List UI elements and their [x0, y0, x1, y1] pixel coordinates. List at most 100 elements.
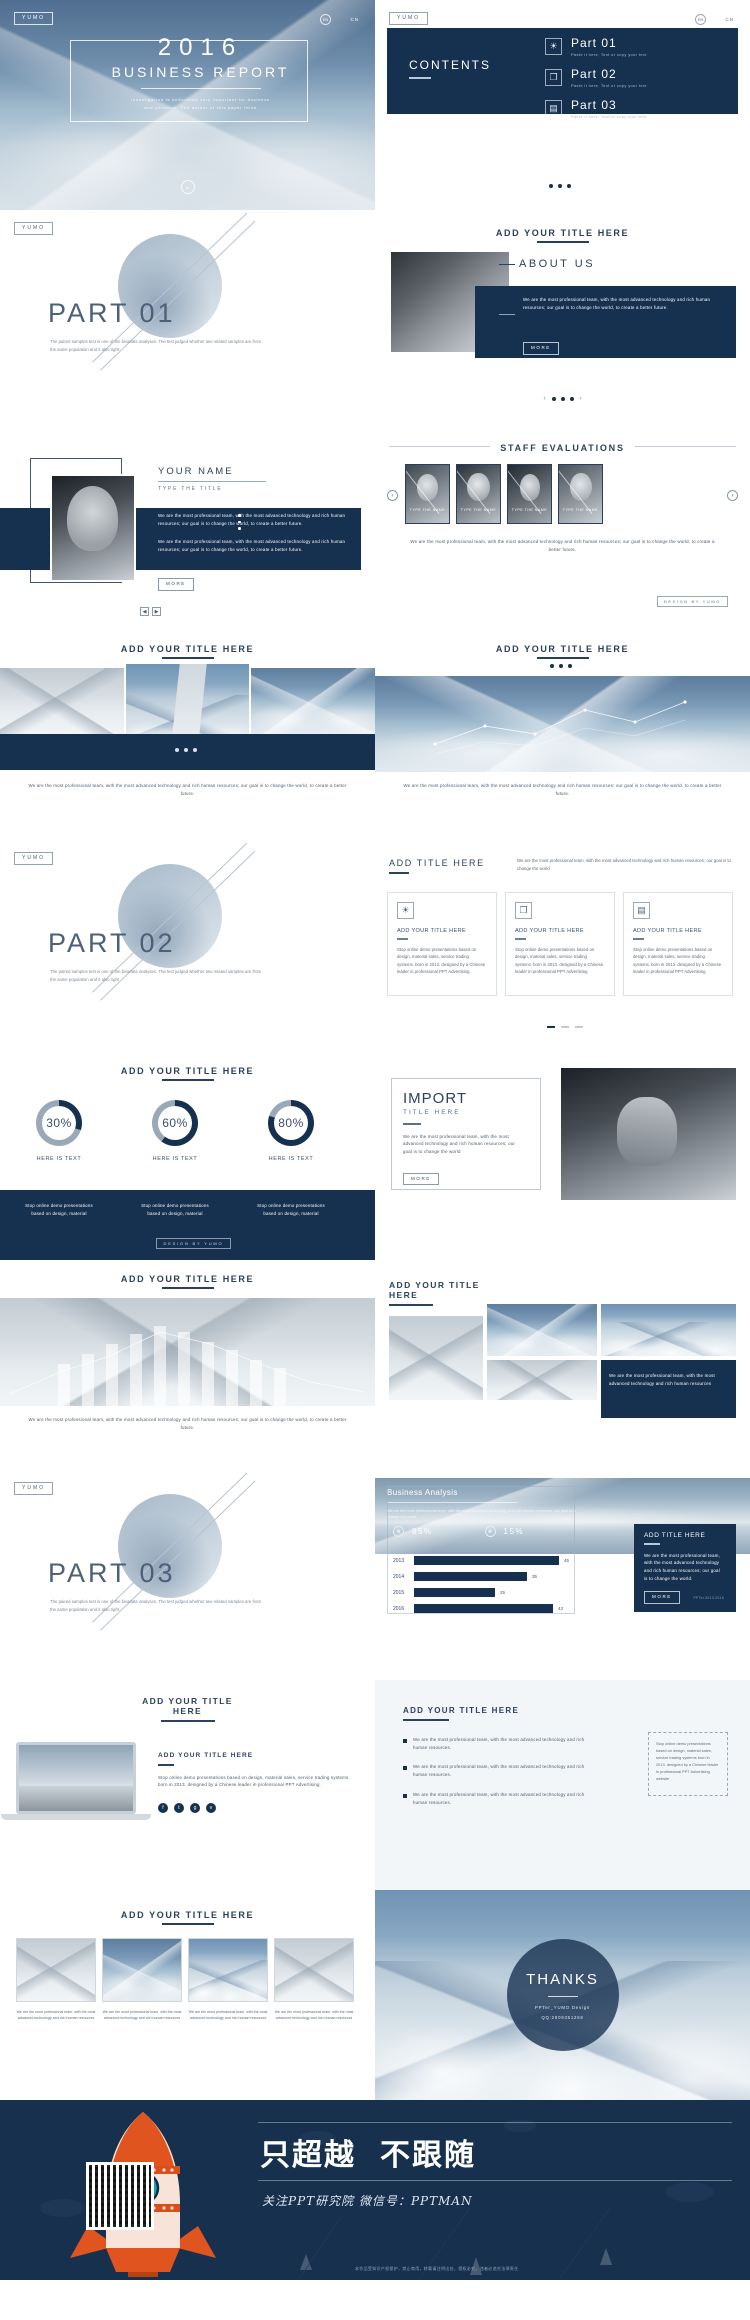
contents-item[interactable]: ☀ Part 01 Paste it here, Text or copy yo… [545, 36, 647, 57]
lang-en-button[interactable]: EN [320, 14, 331, 25]
donut-chart: 80% [268, 1100, 314, 1146]
slide-part-02[interactable]: YUMO PART 02 The paired samples test is … [0, 840, 375, 1050]
mosaic-photo[interactable] [389, 1316, 483, 1400]
bullet-item: We are the most professional team, with … [403, 1736, 593, 1751]
more-button[interactable]: MORE [403, 1172, 439, 1186]
vimeo-icon[interactable]: v [206, 1802, 216, 1813]
slide-part-03[interactable]: YUMO PART 03 The paired samples test is … [0, 1470, 375, 1680]
lightbulb-icon: ☀ [397, 902, 414, 919]
slide-laptop[interactable]: ADD YOUR TITLE HERE ADD YOUR TITLE HERE … [0, 1680, 375, 1890]
prev-arrow-icon[interactable]: ◀ [140, 607, 149, 616]
slide-photo-bars[interactable]: ADD YOUR TITLE HERE We are the most prof… [0, 1260, 375, 1470]
donut-stat[interactable]: 30% HERE IS TEXT [24, 1100, 94, 1162]
staff-name: TYPE THE NAME [409, 508, 446, 512]
slide-mosaic[interactable]: ADD YOUR TITLE HERE We are the most prof… [375, 1260, 750, 1470]
next-arrow-icon[interactable]: ▶ [152, 607, 161, 616]
slide-part-01[interactable]: YUMO PART 01 The paired samples test is … [0, 210, 375, 420]
donut-stat[interactable]: 60% HERE IS TEXT [140, 1100, 210, 1162]
qr-code[interactable] [86, 2162, 154, 2230]
chart-row: 2013 45 [393, 1556, 569, 1565]
contents-item[interactable]: ▤ Part 03 Paste it here, Text or copy yo… [545, 98, 647, 119]
mosaic-photo[interactable] [601, 1304, 736, 1356]
pagination-dots[interactable] [548, 184, 571, 188]
scroll-down-icon[interactable]: ⌄ [180, 180, 195, 194]
slide-thanks[interactable]: THANKS PPTer_YUMO Design QQ:2809351269 [375, 1890, 750, 2100]
profile-role: TYPE THE TITLE [158, 486, 223, 492]
staff-name: TYPE THE NAME [562, 508, 599, 512]
bar-value: 35 [532, 1574, 538, 1579]
laptop-sub: ADD YOUR TITLE HERE [158, 1752, 254, 1759]
slide-profile[interactable]: YOUR NAME TYPE THE TITLE We are the most… [0, 420, 375, 630]
contents-item[interactable]: ❐ Part 02 Paste it here, Text or copy yo… [545, 67, 647, 88]
pagination-dots[interactable] [549, 664, 572, 668]
slide-photo-linechart[interactable]: ADD YOUR TITLE HERE We are the most prof… [375, 630, 750, 840]
feature-card[interactable]: ▤ ADD YOUR TITLE HERE Stop online demo p… [623, 892, 733, 996]
about-kicker: ADD YOUR TITLE HERE [375, 228, 750, 243]
slide-four-cards[interactable]: ADD YOUR TITLE HERE We are the most prof… [0, 1890, 375, 2100]
slide-about-us[interactable]: ADD YOUR TITLE HERE ABOUT US We are the … [375, 210, 750, 420]
lightbulb-icon: ☀ [545, 38, 562, 55]
photo-card-text: We are the most professional team, with … [274, 2010, 354, 2021]
import-sub: TITLE HERE [403, 1109, 461, 1116]
donuts-heading: ADD YOUR TITLE HERE [0, 1066, 375, 1081]
bar-category: 2015 [393, 1589, 405, 1596]
copy-icon: ❐ [515, 902, 532, 919]
feature-card[interactable]: ☀ ADD YOUR TITLE HERE Stop online demo p… [387, 892, 497, 996]
slide-gallery-three[interactable]: ADD YOUR TITLE HERE We are the most prof… [0, 630, 375, 840]
slide-bullets[interactable]: ADD YOUR TITLE HERE We are the most prof… [375, 1680, 750, 1890]
card-title: ADD YOUR TITLE HERE [633, 928, 702, 934]
card-title: ADD YOUR TITLE HERE [397, 928, 466, 934]
photo-card[interactable]: We are the most professional team, with … [188, 1938, 268, 2022]
pagination-dots[interactable] [174, 748, 197, 752]
document-icon: ▤ [545, 100, 562, 117]
analysis-panel-body: We are the most professional team, with … [644, 1552, 721, 1581]
staff-card[interactable]: TYPE THE NAME [507, 464, 552, 524]
staff-card[interactable]: TYPE THE NAME [405, 464, 450, 524]
slide-contents[interactable]: YUMO EN CN CONTENTS ☀ Part 01 Paste it h… [375, 0, 750, 210]
slide-business-analysis[interactable]: Business Analysis We are the most profes… [375, 1470, 750, 1680]
slide-import[interactable]: IMPORT TITLE HERE We are the most profes… [375, 1050, 750, 1260]
next-arrow-icon[interactable]: › [580, 396, 582, 402]
pagination-dashes[interactable] [546, 1026, 583, 1028]
lang-cn-button[interactable]: CN [726, 17, 735, 22]
photo-card[interactable]: We are the most professional team, with … [16, 1938, 96, 2022]
googleplus-icon[interactable]: g [190, 1802, 200, 1813]
donut-label: HERE IS TEXT [36, 1156, 82, 1162]
part-title: PART 01 [48, 298, 176, 328]
photo-card[interactable]: We are the most professional team, with … [102, 1938, 182, 2022]
more-button[interactable]: MORE [523, 342, 559, 355]
part-desc: The paired samples test is one of the bi… [50, 339, 262, 352]
promo-banner[interactable]: P 只超越 不跟随 关注PPT研究院 微信号：PPTMAN 本作品受知识产权保护… [0, 2100, 750, 2280]
logo-badge: YUMO [14, 1482, 53, 1495]
next-arrow-icon[interactable]: › [727, 490, 738, 501]
more-button[interactable]: MORE [644, 1591, 680, 1604]
lang-cn-button[interactable]: CN [351, 17, 360, 22]
gallery-photo[interactable] [0, 668, 124, 734]
donut-stat[interactable]: 80% HERE IS TEXT [256, 1100, 326, 1162]
twitter-icon[interactable]: t [174, 1802, 184, 1813]
pagination-dots[interactable] [551, 397, 574, 401]
bullet-item: We are the most professional team, with … [403, 1791, 593, 1806]
slide-staff-evaluations[interactable]: STAFF EVALUATIONS TYPE THE NAME TYPE THE… [375, 420, 750, 630]
staff-card[interactable]: TYPE THE NAME [456, 464, 501, 524]
staff-card[interactable]: TYPE THE NAME [558, 464, 603, 524]
slide-donut-stats[interactable]: ADD YOUR TITLE HERE 30% HERE IS TEXT 60%… [0, 1050, 375, 1260]
gallery-photo[interactable] [251, 668, 375, 734]
photo-card[interactable]: We are the most professional team, with … [274, 1938, 354, 2022]
donut-chart: 30% [36, 1100, 82, 1146]
facebook-icon[interactable]: f [158, 1802, 168, 1813]
prev-arrow-icon[interactable]: ‹ [544, 396, 546, 402]
slide-three-cards[interactable]: ADD TITLE HERE We are the most professio… [375, 840, 750, 1050]
slide-cover[interactable]: YUMO EN CN 2016 BUSINESS REPORT investig… [0, 0, 375, 210]
part-desc: The paired samples test is one of the bi… [50, 1599, 262, 1612]
cover-year: 2016 [157, 34, 244, 61]
logo-badge: YUMO [14, 852, 53, 865]
bars-caption: We are the most professional team, with … [28, 1417, 347, 1430]
more-button[interactable]: MORE [158, 578, 194, 591]
mosaic-photo[interactable] [487, 1360, 597, 1400]
copy-icon: ❐ [545, 69, 562, 86]
prev-arrow-icon[interactable]: ‹ [387, 490, 398, 501]
feature-card[interactable]: ❐ ADD YOUR TITLE HERE Stop online demo p… [505, 892, 615, 996]
lang-en-button[interactable]: EN [695, 14, 706, 25]
mosaic-photo[interactable] [487, 1304, 597, 1356]
